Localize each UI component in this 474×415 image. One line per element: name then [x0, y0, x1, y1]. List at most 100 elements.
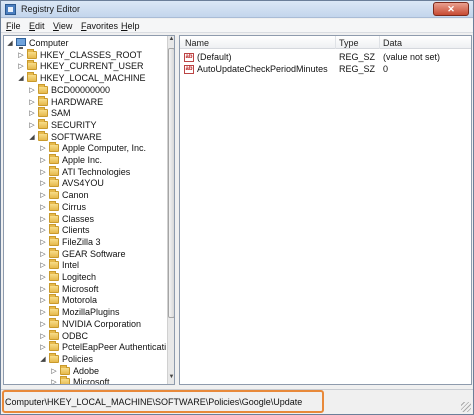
tree-item[interactable]: ▷ SECURITY [4, 118, 164, 131]
menu-view[interactable]: View [53, 21, 72, 31]
tree-item[interactable]: ▷ Microsoft [4, 376, 164, 384]
tree-item[interactable]: ▷ Classes [4, 212, 164, 225]
collapse-arrow-icon[interactable]: ◢ [6, 38, 14, 49]
collapse-arrow-icon[interactable]: ◢ [28, 132, 36, 143]
expand-arrow-icon[interactable]: ▷ [39, 178, 47, 189]
tree-item-label: Cirrus [62, 201, 86, 212]
column-separator[interactable] [379, 36, 380, 49]
key-tree-pane[interactable]: ◢ Computer ▷ HKEY_CLASSES_ROOT ▷ HKEY_CURRENT… [3, 35, 175, 385]
tree-item[interactable]: ▷ Intel [4, 259, 164, 271]
column-header-name[interactable]: Name [185, 38, 209, 48]
tree-item[interactable]: ◢ Policies [4, 352, 164, 365]
folder-icon [49, 247, 59, 258]
tree-item[interactable]: ▷ Motorola [4, 294, 164, 306]
tree-item[interactable]: ▷ Microsoft [4, 282, 164, 295]
expand-arrow-icon[interactable]: ▷ [39, 155, 47, 166]
expand-arrow-icon[interactable]: ▷ [39, 167, 47, 178]
tree-item[interactable]: ▷ ODBC [4, 329, 164, 342]
tree-item-label: Logitech [62, 272, 97, 282]
expand-arrow-icon[interactable]: ▷ [39, 202, 47, 213]
tree-item-label: Intel [62, 260, 80, 271]
tree-item[interactable]: ◢ Computer [4, 38, 164, 49]
expand-arrow-icon[interactable]: ▷ [39, 307, 47, 318]
tree-item[interactable]: ▷ Apple Inc. [4, 154, 164, 166]
scroll-down-arrow-icon[interactable]: ▼ [168, 374, 174, 384]
tree-item[interactable]: ▷ NVIDIA Corporation [4, 317, 164, 330]
title-bar[interactable]: Registry Editor ✕ [1, 1, 473, 18]
values-list-pane[interactable]: Name Type Data ab (Default) REG_SZ (value n… [179, 35, 472, 385]
tree-item[interactable]: ▷ MozillaPlugins [4, 306, 164, 318]
expand-arrow-icon[interactable]: ▷ [39, 260, 47, 271]
menu-favorites[interactable]: Favorites [81, 21, 118, 31]
tree-scroll-thumb[interactable] [168, 48, 174, 318]
tree-item-label: Computer [29, 38, 69, 48]
tree-item[interactable]: ▷ BCD00000000 [4, 83, 164, 96]
scroll-up-arrow-icon[interactable]: ▲ [168, 36, 174, 46]
tree-item[interactable]: ▷ Adobe [4, 364, 164, 377]
menu-edit[interactable]: Edit [29, 21, 45, 31]
value-row[interactable]: ab (Default) REG_SZ (value not set) [180, 52, 470, 63]
tree-item-label: HARDWARE [51, 96, 104, 107]
expand-arrow-icon[interactable]: ▷ [39, 295, 47, 306]
tree-item-label: MozillaPlugins [62, 307, 120, 318]
tree-item[interactable]: ▷ HARDWARE [4, 95, 164, 108]
tree-item[interactable]: ▷ Apple Computer, Inc. [4, 142, 164, 154]
expand-arrow-icon[interactable]: ▷ [28, 97, 36, 108]
tree-item[interactable]: ◢ HKEY_LOCAL_MACHINE [4, 72, 164, 84]
tree-item[interactable]: ▷ AVS4YOU [4, 177, 164, 189]
expand-arrow-icon[interactable]: ▷ [39, 331, 47, 342]
menu-file[interactable]: File [6, 21, 21, 31]
expand-arrow-icon[interactable]: ▷ [28, 120, 36, 131]
tree-item-label: Canon [62, 190, 89, 201]
expand-arrow-icon[interactable]: ▷ [39, 284, 47, 295]
tree-vertical-scrollbar[interactable]: ▲ ▼ [167, 36, 174, 384]
tree-item[interactable]: ▷ ATI Technologies [4, 165, 164, 178]
expand-arrow-icon[interactable]: ▷ [39, 237, 47, 248]
expand-arrow-icon[interactable]: ▷ [39, 190, 47, 201]
tree-item[interactable]: ▷ HKEY_CLASSES_ROOT [4, 48, 164, 61]
value-data: (value not set) [383, 52, 441, 62]
tree-item[interactable]: ▷ GEAR Software [4, 247, 164, 260]
tree-item[interactable]: ▷ FileZilla 3 [4, 235, 164, 248]
folder-icon [49, 189, 59, 200]
tree-item[interactable]: ◢ SOFTWARE [4, 130, 164, 143]
expand-arrow-icon[interactable]: ▷ [28, 85, 36, 96]
collapse-arrow-icon[interactable]: ◢ [17, 73, 25, 84]
collapse-arrow-icon[interactable]: ◢ [39, 354, 47, 365]
folder-icon [49, 224, 59, 235]
tree-item[interactable]: ▷ Logitech [4, 271, 164, 283]
tree-item-label: Clients [62, 225, 90, 236]
window-title: Registry Editor [21, 4, 81, 14]
registry-editor-window: Registry Editor ✕ File Edit View Favorit… [0, 0, 474, 415]
tree-item-label: HKEY_CURRENT_USER [40, 61, 144, 72]
expand-arrow-icon[interactable]: ▷ [39, 214, 47, 225]
folder-icon [49, 294, 59, 305]
tree-item-label: HKEY_LOCAL_MACHINE [40, 73, 146, 84]
column-header-type[interactable]: Type [339, 38, 359, 48]
column-separator[interactable] [335, 36, 336, 49]
expand-arrow-icon[interactable]: ▷ [28, 108, 36, 119]
expand-arrow-icon[interactable]: ▷ [39, 272, 47, 283]
expand-arrow-icon[interactable]: ▷ [50, 366, 58, 377]
expand-arrow-icon[interactable]: ▷ [39, 319, 47, 330]
tree-item[interactable]: ▷ SAM [4, 107, 164, 119]
expand-arrow-icon[interactable]: ▷ [50, 377, 58, 384]
folder-icon [49, 341, 59, 352]
column-header-data[interactable]: Data [383, 38, 402, 48]
tree-item[interactable]: ▷ Cirrus [4, 200, 164, 213]
value-row[interactable]: ab AutoUpdateCheckPeriodMinutes REG_SZ 0 [180, 64, 470, 75]
resize-grip-icon[interactable] [461, 402, 471, 412]
value-type: REG_SZ [339, 64, 376, 74]
tree-item[interactable]: ▷ PctelEapPeer Authenticati [4, 341, 166, 353]
expand-arrow-icon[interactable]: ▷ [39, 143, 47, 154]
tree-item[interactable]: ▷ HKEY_CURRENT_USER [4, 60, 164, 72]
menu-help[interactable]: Help [121, 21, 140, 31]
expand-arrow-icon[interactable]: ▷ [17, 50, 25, 61]
expand-arrow-icon[interactable]: ▷ [39, 225, 47, 236]
expand-arrow-icon[interactable]: ▷ [39, 342, 47, 353]
tree-item[interactable]: ▷ Canon [4, 189, 164, 201]
expand-arrow-icon[interactable]: ▷ [39, 249, 47, 260]
expand-arrow-icon[interactable]: ▷ [17, 61, 25, 72]
tree-item[interactable]: ▷ Clients [4, 224, 164, 236]
close-button[interactable]: ✕ [433, 2, 469, 16]
